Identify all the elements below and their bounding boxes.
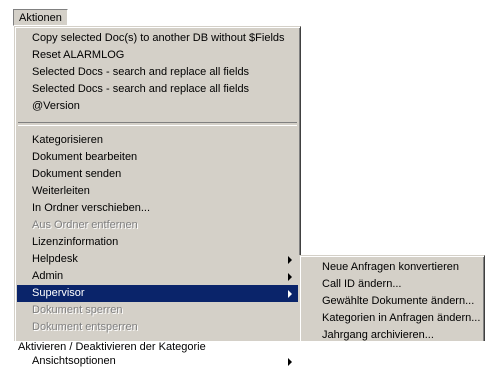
menu-item-label: Dokument senden xyxy=(32,168,122,180)
menu-item-selected-docs-search-and-replace-all-fields[interactable]: Selected Docs - search and replace all f… xyxy=(17,64,298,81)
submenu-item-neue-anfragen-konvertieren[interactable]: Neue Anfragen konvertieren xyxy=(302,259,482,276)
menu-group-view: Ansichtsoptionen xyxy=(17,353,298,370)
menu-group-actions: Kategorisieren Dokument bearbeiten Dokumen… xyxy=(17,132,298,336)
menu-item-in-ordner-verschieben[interactable]: In Ordner verschieben... xyxy=(17,200,298,217)
menu-item-label: Ansichtsoptionen xyxy=(32,355,116,367)
menu-item-label: In Ordner verschieben... xyxy=(32,202,151,214)
menu-item-label: Dokument bearbeiten xyxy=(32,151,138,163)
aktionen-dropdown-menu: Copy selected Doc(s) to another DB witho… xyxy=(14,26,301,367)
menu-item-aus-ordner-entfernen: Aus Ordner entfernen xyxy=(17,217,298,234)
menu-item-label: Selected Docs - search and replace all f… xyxy=(32,66,250,78)
menu-item-label: Kategorisieren xyxy=(32,134,103,146)
menu-separator xyxy=(18,122,297,126)
menu-item-selected-docs-search-and-replace-all-fields[interactable]: Selected Docs - search and replace all f… xyxy=(17,81,298,98)
menu-item-kategorisieren[interactable]: Kategorisieren xyxy=(17,132,298,149)
menu-group-tools: Copy selected Doc(s) to another DB witho… xyxy=(17,30,298,115)
submenu-arrow-icon xyxy=(288,256,292,264)
submenu-arrow-icon xyxy=(288,273,292,281)
menu-item-dokument-bearbeiten[interactable]: Dokument bearbeiten xyxy=(17,149,298,166)
menu-item-supervisor[interactable]: Supervisor xyxy=(17,285,298,302)
menu-bar: Aktionen xyxy=(0,0,490,26)
submenu-item-gewählte-dokumente-ändern[interactable]: Gewählte Dokumente ändern... xyxy=(302,293,482,310)
menu-item-dokument-sperren: Dokument sperren xyxy=(17,302,298,319)
menu-item-copy-selected-doc-s-to-another-db-without-fields[interactable]: Copy selected Doc(s) to another DB witho… xyxy=(17,30,298,47)
menu-item-label: Weiterleiten xyxy=(32,185,90,197)
menu-item-label: Call ID ändern... xyxy=(322,278,402,290)
supervisor-submenu: Neue Anfragen konvertieren Call ID ändern… xyxy=(299,255,485,354)
menu-item-admin[interactable]: Admin xyxy=(17,268,298,285)
menu-item-label: Kategorien in Anfragen ändern... xyxy=(322,312,481,324)
submenu-arrow-icon xyxy=(288,290,292,298)
submenu-arrow-icon xyxy=(288,358,292,366)
status-text: Aktivieren / Deaktivieren der Kategorie xyxy=(14,341,490,354)
menu-item-ansichtsoptionen[interactable]: Ansichtsoptionen xyxy=(17,353,298,370)
menu-item-label: Aus Ordner entfernen xyxy=(32,219,138,231)
menu-item-dokument-entsperren: Dokument entsperren xyxy=(17,319,298,336)
menu-item-version[interactable]: @Version xyxy=(17,98,298,115)
menu-item-label: Gewählte Dokumente ändern... xyxy=(322,295,475,307)
menu-item-label: Lizenzinformation xyxy=(32,236,119,248)
menu-item-label: Helpdesk xyxy=(32,253,78,265)
menu-item-label: Dokument sperren xyxy=(32,304,123,316)
menu-item-label: Admin xyxy=(32,270,64,282)
menu-item-label: Jahrgang archivieren... xyxy=(322,329,434,341)
submenu-item-call-id-ändern[interactable]: Call ID ändern... xyxy=(302,276,482,293)
menu-item-label: Copy selected Doc(s) to another DB witho… xyxy=(32,32,285,44)
menu-aktionen[interactable]: Aktionen xyxy=(13,9,68,26)
menu-item-label: Supervisor xyxy=(32,287,85,299)
menu-item-weiterleiten[interactable]: Weiterleiten xyxy=(17,183,298,200)
menu-item-label: Reset ALARMLOG xyxy=(32,49,125,61)
menu-item-label: Neue Anfragen konvertieren xyxy=(322,261,459,273)
menu-item-lizenzinformation[interactable]: Lizenzinformation xyxy=(17,234,298,251)
submenu-item-kategorien-in-anfragen-ändern[interactable]: Kategorien in Anfragen ändern... xyxy=(302,310,482,327)
menu-item-reset-alarmlog[interactable]: Reset ALARMLOG xyxy=(17,47,298,64)
menu-item-label: Dokument entsperren xyxy=(32,321,138,333)
menu-item-label: @Version xyxy=(32,100,80,112)
menu-item-label: Selected Docs - search and replace all f… xyxy=(32,83,250,95)
menu-item-helpdesk[interactable]: Helpdesk xyxy=(17,251,298,268)
menu-item-dokument-senden[interactable]: Dokument senden xyxy=(17,166,298,183)
